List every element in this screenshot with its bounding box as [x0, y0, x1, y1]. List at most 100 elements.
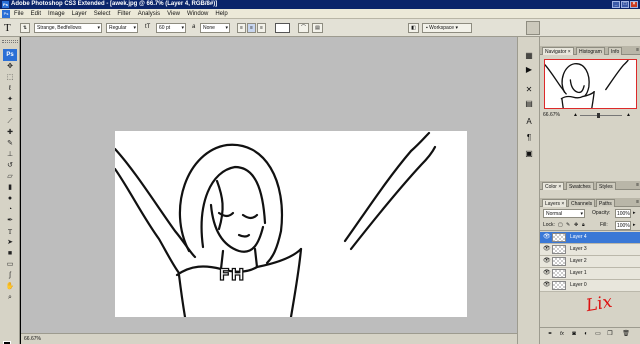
stamp-icon[interactable]: ⊥ [4, 150, 16, 160]
crop-icon[interactable]: ⌗ [4, 106, 16, 116]
warp-text-icon[interactable]: ⌒ [298, 23, 309, 33]
eye-icon[interactable]: 👁︎ [543, 269, 551, 278]
zoom-in-icon[interactable]: ▲ [626, 111, 631, 120]
actions-icon[interactable]: ▶ [524, 65, 534, 75]
palette-well[interactable] [526, 21, 540, 35]
healing-icon[interactable]: ✚ [4, 128, 16, 138]
ps-badge[interactable]: Ps [3, 49, 17, 61]
tab-channels[interactable]: Channels [568, 199, 596, 207]
opacity-field[interactable]: 100% [615, 209, 631, 218]
layer-row[interactable]: 👁︎ Layer 1 [540, 268, 640, 280]
tab-histogram[interactable]: Histogram [576, 47, 605, 55]
fx-icon[interactable]: fx [558, 330, 566, 339]
menu-select[interactable]: Select [94, 9, 111, 19]
zoom-slider-track[interactable] [580, 115, 622, 116]
brushes-icon[interactable]: ▤ [524, 99, 534, 109]
hand-icon[interactable]: ✋ [4, 282, 16, 292]
tab-swatches[interactable]: Swatches [566, 182, 594, 190]
text-color-swatch[interactable] [275, 23, 290, 33]
minimize-icon[interactable]: _ [612, 1, 620, 8]
blur-icon[interactable]: ● [4, 194, 16, 204]
eye-icon[interactable]: 👁︎ [543, 245, 551, 254]
navigator-zoom-value[interactable]: 66.67% [543, 111, 560, 120]
eye-icon[interactable]: 👁︎ [543, 257, 551, 266]
menu-logo[interactable]: Ps [2, 10, 10, 18]
lock-image-icon[interactable]: ✎ [566, 221, 570, 230]
menu-help[interactable]: Help [215, 9, 227, 19]
align-center-icon[interactable]: ≡ [247, 23, 256, 33]
navigator-menu-icon[interactable]: ≡ [636, 47, 639, 54]
lasso-icon[interactable]: ℓ [4, 84, 16, 94]
zoom-out-icon[interactable]: ▲ [573, 111, 578, 120]
tab-navigator[interactable]: Navigator × [542, 47, 574, 55]
eye-icon[interactable]: 👁︎ [543, 233, 551, 242]
tab-paths[interactable]: Paths [596, 199, 615, 207]
lock-all-icon[interactable]: 🔒︎ [582, 221, 585, 230]
layer-row[interactable]: 👁︎ Layer 4 [540, 232, 640, 244]
type-icon[interactable]: T [4, 227, 16, 237]
shape-icon[interactable]: ■ [4, 249, 16, 259]
magic-wand-icon[interactable]: ✦ [4, 95, 16, 105]
pen-icon[interactable]: ✒ [4, 216, 16, 226]
notes-icon[interactable]: ▭ [4, 260, 16, 270]
character-icon[interactable]: A [524, 117, 534, 127]
tab-styles[interactable]: Styles [596, 182, 616, 190]
blend-mode-select[interactable]: Normal [543, 209, 585, 218]
maximize-icon[interactable]: □ [621, 1, 629, 8]
menu-view[interactable]: View [167, 9, 180, 19]
tab-layers[interactable]: Layers × [542, 199, 568, 207]
menu-analysis[interactable]: Analysis [138, 9, 160, 19]
move-icon[interactable]: ✥ [4, 62, 16, 72]
layer-row[interactable]: 👁︎ Layer 2 [540, 256, 640, 268]
zoom-slider-thumb[interactable] [597, 113, 600, 118]
toolbox-grip[interactable] [2, 40, 18, 43]
group-icon[interactable]: ▭ [594, 330, 602, 339]
opacity-arrow-icon[interactable]: ▸ [633, 209, 636, 218]
adjustment-icon[interactable]: ◐ [582, 330, 590, 339]
align-left-icon[interactable]: ≡ [237, 23, 246, 33]
path-select-icon[interactable]: ➤ [4, 238, 16, 248]
history-icon[interactable]: ▦ [524, 51, 534, 61]
type-tool-preset-icon[interactable]: T [4, 21, 11, 35]
fill-arrow-icon[interactable]: ▸ [633, 221, 636, 230]
trash-icon[interactable]: 🗑︎ [622, 330, 630, 339]
bridge-icon[interactable]: ◧ [408, 23, 419, 33]
close-icon[interactable]: × [630, 1, 638, 8]
brush-icon[interactable]: ✎ [4, 139, 16, 149]
lock-position-icon[interactable]: ✥ [574, 221, 578, 230]
tool-presets-icon[interactable]: ✕ [524, 85, 534, 95]
zoom-icon[interactable]: ⌕ [4, 293, 16, 303]
mask-icon[interactable]: ◙ [570, 330, 578, 339]
eraser-icon[interactable]: ▱ [4, 172, 16, 182]
font-size-select[interactable]: 60 pt [156, 23, 186, 33]
workspace-menu[interactable]: ▪ Workspace ▾ [422, 23, 472, 33]
layer-row[interactable]: 👁︎ Layer 3 [540, 244, 640, 256]
menu-image[interactable]: Image [48, 9, 65, 19]
marquee-icon[interactable]: ⬚ [4, 73, 16, 83]
menu-layer[interactable]: Layer [72, 9, 87, 19]
paragraph-icon[interactable]: ¶ [524, 133, 534, 143]
menu-edit[interactable]: Edit [31, 9, 41, 19]
document-canvas[interactable]: FH [115, 131, 467, 317]
character-panel-icon[interactable]: ▤ [312, 23, 323, 33]
color-menu-icon[interactable]: ≡ [636, 182, 639, 189]
tab-info[interactable]: Info [608, 47, 623, 55]
history-brush-icon[interactable]: ↺ [4, 161, 16, 171]
antialias-select[interactable]: None [200, 23, 230, 33]
layers-menu-icon[interactable]: ≡ [636, 199, 639, 206]
dodge-icon[interactable]: ◔ [4, 205, 16, 215]
menu-window[interactable]: Window [187, 9, 208, 19]
font-style-select[interactable]: Regular [106, 23, 138, 33]
navigator-thumbnail[interactable] [544, 59, 637, 109]
menu-filter[interactable]: Filter [117, 9, 130, 19]
eyedropper-icon[interactable]: ʃ [4, 271, 16, 281]
menu-file[interactable]: File [14, 9, 24, 19]
lock-transparent-icon[interactable]: ▢ [558, 221, 563, 230]
new-layer-icon[interactable]: ❐ [606, 330, 614, 339]
status-zoom[interactable]: 66.67% [24, 336, 41, 342]
gradient-icon[interactable]: ▮ [4, 183, 16, 193]
link-icon[interactable]: ⚭ [546, 330, 554, 339]
align-right-icon[interactable]: ≡ [257, 23, 266, 33]
eye-icon[interactable]: 👁︎ [543, 281, 551, 290]
slice-icon[interactable]: ⟋ [4, 117, 16, 127]
